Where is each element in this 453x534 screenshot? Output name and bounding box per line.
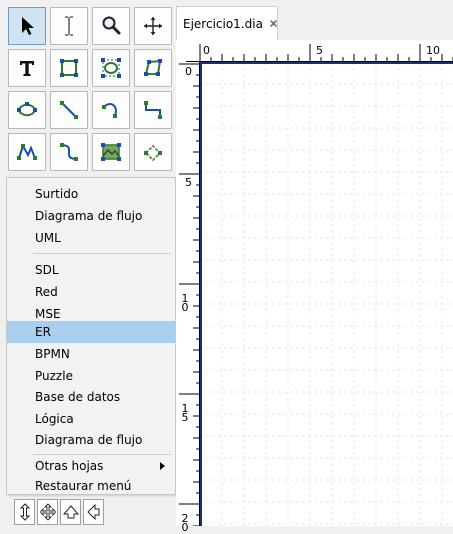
tab-title: Ejercicio1.dia [183,16,263,31]
menu-item-otras-hojas[interactable]: Otras hojas [7,455,175,477]
four-way-arrow-icon [39,503,56,521]
image-icon [101,143,121,161]
vruler-label-15-text: 15 [181,402,189,424]
beziergon-tool[interactable] [8,91,46,129]
tool-grid [8,7,172,175]
line-tool[interactable] [50,91,88,129]
vertical-ruler: 0 5 10 15 20 [176,62,200,533]
submenu-arrow-icon [160,462,165,470]
menu-item-bpmn[interactable]: BPMN [7,343,175,365]
menu-item-sdl[interactable]: SDL [7,259,175,281]
arc-icon [102,103,117,118]
bezierline-tool[interactable] [50,133,88,171]
menu-item-otras-hojas-label: Otras hojas [35,459,104,473]
hruler-label-5: 5 [316,44,323,57]
tab-ejercicio1[interactable]: Ejercicio1.dia [176,6,278,40]
double-arrow-vertical-icon [19,503,30,521]
text-t-icon [20,61,34,76]
close-x-icon[interactable] [270,17,277,30]
text-edit-tool[interactable] [50,7,88,45]
hruler-label-0: 0 [203,44,210,57]
document-area: Ejercicio1.dia 0 5 10 0 5 10 15 20 [176,0,453,533]
line-icon [60,101,78,119]
menu-item-restaurar-menu[interactable]: Restaurar menú [7,475,175,497]
vruler-label-15: 15 [180,402,190,424]
hruler-label-10: 10 [426,44,440,57]
sheets-dropdown-menu: Surtido Diagrama de flujo UML SDL Red MS… [6,177,176,495]
polygon-icon [144,59,162,76]
scroll-tool[interactable] [134,7,172,45]
arc-tool[interactable] [92,91,130,129]
outline-icon [144,144,162,162]
vruler-label-0: 0 [185,65,192,78]
menu-separator [33,253,171,254]
text-cursor-icon [65,16,73,36]
menu-item-surtido[interactable]: Surtido [7,183,175,205]
magnify-icon [102,16,121,35]
arrow-left-button[interactable] [83,499,104,525]
document-tabbar: Ejercicio1.dia [176,0,453,40]
arrow-up-button[interactable] [60,499,81,525]
polyline-icon [17,143,37,160]
horizontal-ruler: 0 5 10 [186,40,453,62]
move-arrows-icon [144,17,162,35]
menu-item-diagrama-de-flujo[interactable]: Diagrama de flujo [7,205,175,227]
pointer-arrow-icon [22,17,34,35]
diagram-canvas[interactable] [200,62,453,526]
arrow-four-way-button[interactable] [37,499,58,525]
vruler-label-10: 10 [180,292,190,314]
outline-tool[interactable] [134,133,172,171]
zigzag-tool[interactable] [134,91,172,129]
box-tool[interactable] [50,49,88,87]
page-border [200,62,453,526]
menu-item-puzzle[interactable]: Puzzle [7,365,175,387]
ellipse-icon [101,58,121,78]
beziergon-icon [17,102,37,117]
vruler-label-10-text: 10 [181,292,189,314]
vruler-label-5: 5 [185,176,192,189]
magnify-tool[interactable] [92,7,130,45]
bezierline-icon [60,143,78,161]
arrow-up-outline-icon [62,505,79,519]
menu-item-red[interactable]: Red [7,281,175,303]
text-tool[interactable] [8,49,46,87]
menu-item-logica[interactable]: Lógica [7,408,175,430]
arrow-vertical-button[interactable] [14,499,35,525]
polyline-tool[interactable] [8,133,46,171]
zigzag-icon [144,101,162,119]
box-icon [60,59,78,77]
menu-item-uml[interactable]: UML [7,227,175,249]
vruler-label-20-text: 20 [181,512,189,534]
arrow-left-outline-icon [86,503,99,521]
polygon-tool[interactable] [134,49,172,87]
vruler-label-20: 20 [180,512,190,534]
toolbox-panel: Surtido Diagrama de flujo UML SDL Red MS… [0,0,176,526]
menu-item-er[interactable]: ER [7,321,175,343]
pointer-tool[interactable] [8,7,46,45]
menu-item-base-de-datos[interactable]: Base de datos [7,386,175,408]
ellipse-tool[interactable] [92,49,130,87]
image-tool[interactable] [92,133,130,171]
menu-item-diagrama-de-flujo-2[interactable]: Diagrama de flujo [7,429,175,451]
